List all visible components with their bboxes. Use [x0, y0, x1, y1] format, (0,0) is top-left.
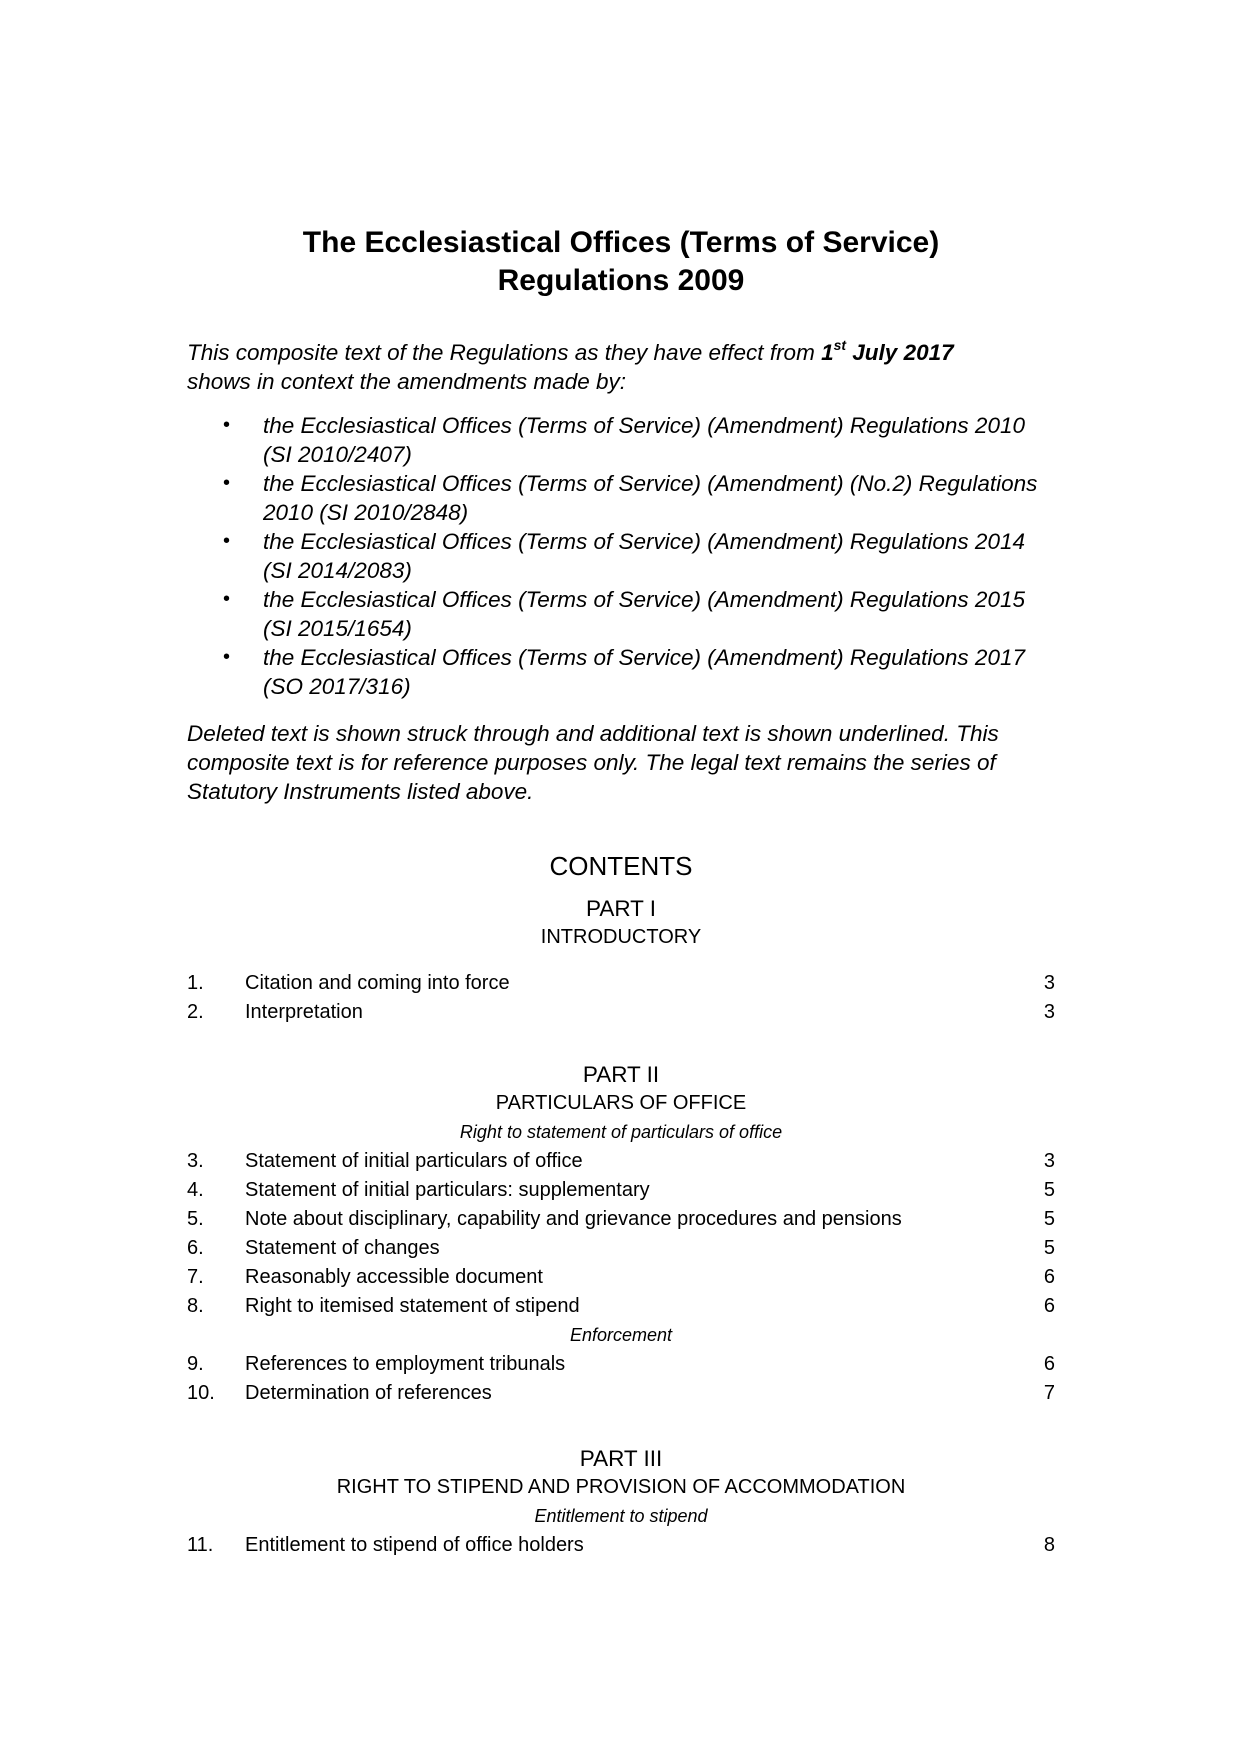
entry-page: 3	[1043, 972, 1055, 994]
amendment-text: the Ecclesiastical Offices (Terms of Ser…	[263, 529, 1025, 583]
reference-note: Deleted text is shown struck through and…	[187, 721, 999, 804]
amendment-item: • the Ecclesiastical Offices (Terms of Se…	[187, 411, 1055, 469]
part-title: PART I	[585, 896, 657, 921]
contents-heading: CONTENTS	[549, 851, 693, 881]
part-subtitle: INTRODUCTORY	[540, 926, 702, 948]
entry-label[interactable]: Reasonably accessible document	[245, 1263, 543, 1292]
intro-paragraph: This composite text of the Regulations a…	[187, 338, 1055, 396]
toc-entry[interactable]: 3. Statement of initial particulars of o…	[187, 1147, 1055, 1176]
entry-page: 6	[1043, 1295, 1055, 1317]
bullet-icon: •	[223, 530, 231, 552]
entry-page: 6	[1043, 1266, 1055, 1288]
entry-page: 3	[1043, 1001, 1055, 1023]
entry-label[interactable]: References to employment tribunals	[245, 1350, 565, 1379]
document-title-line-2: Regulations 2009	[497, 264, 745, 297]
amendments-list: • the Ecclesiastical Offices (Terms of Se…	[187, 411, 1055, 701]
amendment-item: • the Ecclesiastical Offices (Terms of Se…	[187, 527, 1055, 585]
toc-entry[interactable]: 1. Citation and coming into force 3	[187, 969, 1055, 998]
amendment-item: • the Ecclesiastical Offices (Terms of Se…	[187, 643, 1055, 701]
entry-label[interactable]: Statement of initial particulars of offi…	[245, 1147, 583, 1176]
part-title: PART III	[579, 1446, 663, 1471]
entry-page: 7	[1043, 1382, 1055, 1404]
entry-page: 5	[1043, 1208, 1055, 1230]
toc-entry[interactable]: 4. Statement of initial particulars: sup…	[187, 1176, 1055, 1205]
toc-entry[interactable]: 2. Interpretation 3	[187, 998, 1055, 1027]
bullet-icon: •	[223, 588, 231, 610]
toc-entry[interactable]: 6. Statement of changes 5	[187, 1234, 1055, 1263]
entry-number: 4.	[187, 1179, 204, 1201]
bullet-icon: •	[223, 414, 231, 436]
entry-page: 6	[1043, 1353, 1055, 1375]
entry-page: 5	[1043, 1237, 1055, 1259]
bullet-icon: •	[223, 472, 231, 494]
entry-number: 6.	[187, 1237, 204, 1259]
toc-entry[interactable]: 5. Note about disciplinary, capability a…	[187, 1205, 1055, 1234]
effective-date: 1st July 2017	[821, 336, 954, 366]
entry-label[interactable]: Entitlement to stipend of office holders	[245, 1531, 584, 1560]
toc-part-3: PART III RIGHT TO STIPEND AND PROVISION …	[187, 1444, 1055, 1560]
entry-number: 7.	[187, 1266, 204, 1288]
effective-date-rest: July 2017	[846, 340, 954, 365]
toc-entry[interactable]: 7. Reasonably accessible document 6	[187, 1263, 1055, 1292]
group-heading: Right to statement of particulars of off…	[459, 1122, 783, 1142]
effective-date-suffix: st	[833, 336, 847, 353]
toc-part-1: PART I INTRODUCTORY 1. Citation and comi…	[187, 894, 1055, 1027]
entry-label[interactable]: Determination of references	[245, 1379, 492, 1408]
entry-label[interactable]: Interpretation	[245, 998, 363, 1027]
entry-number: 11.	[187, 1534, 214, 1556]
entry-page: 8	[1043, 1534, 1055, 1556]
entry-number: 5.	[187, 1208, 204, 1230]
amendment-item: • the Ecclesiastical Offices (Terms of Se…	[187, 469, 1055, 527]
toc-entry[interactable]: 9. References to employment tribunals 6	[187, 1350, 1055, 1379]
entry-label[interactable]: Right to itemised statement of stipend	[245, 1292, 580, 1321]
intro-text: This composite text of the Regulations a…	[187, 340, 822, 365]
entry-number: 9.	[187, 1353, 204, 1375]
effective-date-day: 1	[821, 340, 834, 365]
toc-part-2: PART II PARTICULARS OF OFFICE Right to s…	[187, 1060, 1055, 1408]
toc-entry[interactable]: 8. Right to itemised statement of stipen…	[187, 1292, 1055, 1321]
entry-label[interactable]: Citation and coming into force	[245, 969, 510, 998]
entry-number: 8.	[187, 1295, 204, 1317]
entry-number: 2.	[187, 1001, 204, 1023]
amendment-item: • the Ecclesiastical Offices (Terms of Se…	[187, 585, 1055, 643]
amendment-text: the Ecclesiastical Offices (Terms of Ser…	[263, 471, 1038, 525]
bullet-icon: •	[223, 646, 231, 668]
toc-entry[interactable]: 10. Determination of references 7	[187, 1379, 1055, 1408]
part-subtitle: RIGHT TO STIPEND AND PROVISION OF ACCOMM…	[336, 1476, 906, 1498]
part-title: PART II	[582, 1062, 660, 1087]
group-heading: Enforcement	[569, 1325, 673, 1345]
amendment-text: the Ecclesiastical Offices (Terms of Ser…	[263, 645, 1025, 699]
toc-entry[interactable]: 11. Entitlement to stipend of office hol…	[187, 1531, 1055, 1560]
entry-label[interactable]: Note about disciplinary, capability and …	[245, 1205, 902, 1234]
entry-page: 5	[1043, 1179, 1055, 1201]
amendment-text: the Ecclesiastical Offices (Terms of Ser…	[263, 413, 1025, 467]
document-title-line-1: The Ecclesiastical Offices (Terms of Ser…	[302, 226, 940, 259]
document-title: The Ecclesiastical Offices (Terms of Ser…	[187, 224, 1055, 300]
intro-text-continued: shows in context the amendments made by:	[187, 369, 626, 394]
entry-number: 1.	[187, 972, 204, 994]
entry-label[interactable]: Statement of initial particulars: supple…	[245, 1176, 650, 1205]
entry-page: 3	[1043, 1150, 1055, 1172]
entry-number: 10.	[187, 1382, 215, 1404]
group-heading: Entitlement to stipend	[534, 1506, 708, 1526]
part-subtitle: PARTICULARS OF OFFICE	[495, 1092, 747, 1114]
entry-number: 3.	[187, 1150, 204, 1172]
entry-label[interactable]: Statement of changes	[245, 1234, 440, 1263]
amendment-text: the Ecclesiastical Offices (Terms of Ser…	[263, 587, 1025, 641]
